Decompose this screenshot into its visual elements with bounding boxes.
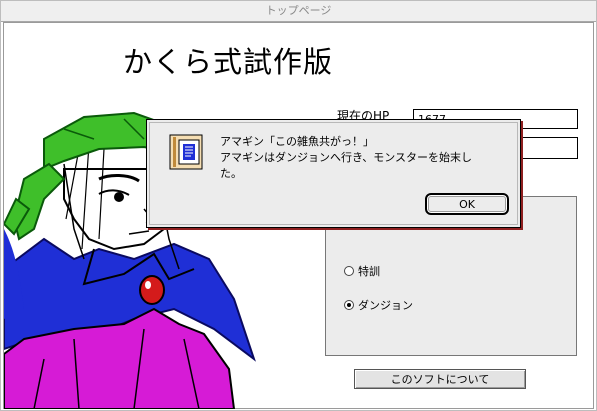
about-software-button[interactable]: このソフトについて (354, 369, 526, 389)
radio-dungeon-button[interactable] (344, 300, 354, 310)
radio-dungeon[interactable]: ダンジョン (344, 297, 413, 313)
alert-dialog: アマギン「この雑魚共がっ！」 アマギンはダンジョンへ行き、モンスターを始末し た… (146, 119, 521, 228)
dialog-message-line: アマギンはダンジョンへ行き、モンスターを始末し (220, 151, 473, 164)
note-document-icon (169, 134, 203, 170)
app-title: かくら式試作版 (123, 45, 334, 79)
radio-training-label: 特訓 (358, 265, 380, 278)
dialog-message: アマギン「この雑魚共がっ！」 アマギンはダンジョンへ行き、モンスターを始末し た… (220, 134, 510, 182)
dialog-message-line: アマギン「この雑魚共がっ！」 (220, 135, 374, 148)
window-titlebar[interactable]: トップページ (1, 1, 596, 22)
radio-training-button[interactable] (344, 266, 354, 276)
ok-button[interactable]: OK (425, 193, 509, 215)
radio-dungeon-label: ダンジョン (358, 299, 413, 312)
radio-training[interactable]: 特訓 (344, 263, 380, 279)
app-window: トップページ かくら式試作版 現在のHP 1677 特訓 ダンジョン このソフト… (0, 0, 597, 411)
dialog-message-line: た。 (220, 167, 242, 180)
window-title: トップページ (265, 4, 332, 17)
